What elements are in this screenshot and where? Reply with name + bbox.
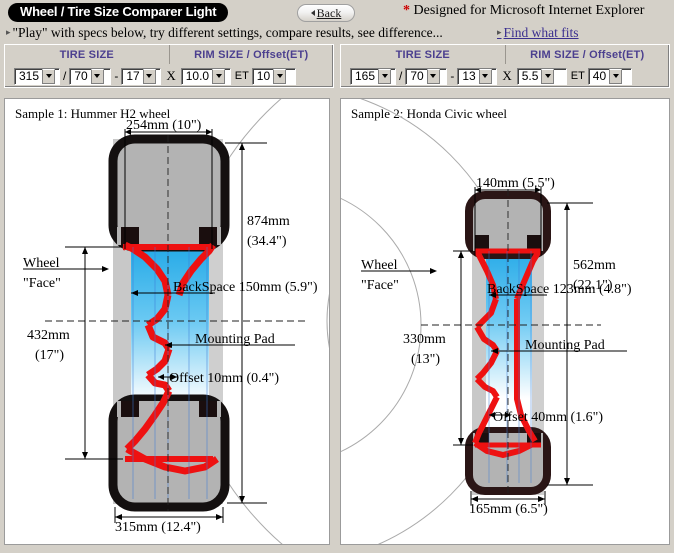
wheel-face-label1-right: Wheel: [361, 258, 398, 273]
mounting-pad-label-left: Mounting Pad: [195, 332, 275, 347]
tagline: ▸ "Play" with specs below, try different …: [6, 25, 443, 41]
dim-rim-width-label-left: 254mm (10"): [126, 118, 202, 133]
app-header: Wheel / Tire Size Comparer Light Back * …: [0, 0, 674, 24]
triangle-right-icon-2: ▸: [497, 27, 502, 37]
browser-note-text: Designed for Microsoft Internet Explorer: [413, 3, 645, 18]
chevron-down-icon[interactable]: [212, 68, 226, 84]
app-root: Wheel / Tire Size Comparer Light Back * …: [0, 0, 674, 553]
rim-diameter-select-left[interactable]: 17: [121, 67, 162, 85]
spec-controls-left: 315 / 70 - 17 X 10.0 ET 10: [5, 64, 333, 88]
offset-value-right: 40: [592, 68, 607, 83]
x-separator-left: X: [166, 68, 176, 83]
page-title: Wheel / Tire Size Comparer Light: [8, 3, 229, 22]
rim-diameter-select-right[interactable]: 13: [457, 67, 498, 85]
backspace-label-right: BackSpace 123mm (4.8"): [487, 282, 632, 297]
wheel-cross-section-right: 140mm (5.5") 562mm (22.1") 330mm (13") W…: [341, 99, 632, 544]
x-separator-right: X: [502, 68, 512, 83]
spec-controls-right: 165 / 70 - 13 X 5.5 ET 40: [341, 64, 669, 88]
dash-separator-left: -: [114, 69, 119, 83]
rim-width-value-right: 5.5: [521, 68, 539, 83]
col-rim-size-left: RIM SIZE / Offset(ET): [168, 45, 334, 64]
col-tire-size-right: TIRE SIZE: [395, 48, 450, 61]
find-what-fits-link[interactable]: ▸ Find what fits: [497, 25, 579, 41]
wheel-face-label2-right: "Face": [361, 278, 399, 293]
dim-overall-diameter-label1-right: 562mm: [573, 258, 616, 273]
offset-label-left: Offset 10mm (0.4"): [169, 371, 279, 386]
col-rim-size-right: RIM SIZE / Offset(ET): [504, 45, 670, 64]
offset-value-left: 10: [256, 68, 271, 83]
chevron-down-icon[interactable]: [42, 68, 56, 84]
triangle-right-icon: ▸: [6, 27, 11, 37]
rim-width-value-left: 10.0: [185, 68, 210, 83]
tagline-text: "Play" with specs below, try different s…: [12, 25, 443, 40]
et-label-left: ET: [234, 70, 249, 82]
chevron-down-icon[interactable]: [142, 68, 156, 84]
et-label-right: ET: [570, 70, 585, 82]
tire-width-value-right: 165: [355, 68, 376, 83]
chevron-down-icon[interactable]: [541, 68, 555, 84]
dim-rim-width-label-right: 140mm (5.5"): [476, 176, 555, 191]
chevron-down-icon[interactable]: [378, 68, 392, 84]
rim-diameter-value-right: 13: [462, 68, 476, 83]
wheel-face-label1-left: Wheel: [23, 256, 60, 271]
chevron-down-icon[interactable]: [90, 68, 104, 84]
browser-note: * Designed for Microsoft Internet Explor…: [403, 3, 644, 19]
chevron-down-icon[interactable]: [609, 68, 623, 84]
offset-select-right[interactable]: 40: [587, 67, 632, 85]
slash-separator-left: /: [63, 69, 67, 83]
triangle-left-icon: [310, 10, 315, 16]
dim-overall-diameter-left: [225, 142, 267, 504]
tire-width-select-left[interactable]: 315: [14, 67, 60, 85]
rim-width-select-right[interactable]: 5.5: [516, 67, 567, 85]
dim-overall-diameter-label1-left: 874mm: [247, 214, 290, 229]
aspect-ratio-select-right[interactable]: 70: [405, 67, 448, 85]
dim-rim-diameter-label2-left: (17"): [35, 348, 64, 363]
chevron-down-icon[interactable]: [478, 68, 492, 84]
chevron-down-icon[interactable]: [273, 68, 287, 84]
wheel-face-label2-left: "Face": [23, 276, 61, 291]
rim-width-select-left[interactable]: 10.0: [180, 67, 231, 85]
wheel-cross-section-left: 254mm (10") 874mm (34.4") 432mm (17") Wh…: [23, 99, 329, 544]
slash-separator-right: /: [399, 69, 403, 83]
rim-diameter-value-left: 17: [126, 68, 140, 83]
diagram-panel-right: Sample 2: Honda Civic wheel 140mm (5.5")…: [340, 98, 670, 545]
dim-rim-diameter-label1-left: 432mm: [27, 328, 70, 343]
dim-tire-width-label-left: 315mm (12.4"): [115, 520, 201, 535]
col-tire-size-left: TIRE SIZE: [59, 48, 114, 61]
app-subheader: ▸ "Play" with specs below, try different …: [0, 24, 674, 44]
offset-label-right: Offset 40mm (1.6"): [493, 410, 603, 425]
tire-section-top-left: [108, 134, 230, 252]
dim-tire-width-label-right: 165mm (6.5"): [469, 502, 548, 517]
diagram-panel-left: Sample 1: Hummer H2 wheel 254mm (10") 87…: [4, 98, 330, 545]
offset-select-left[interactable]: 10: [251, 67, 296, 85]
dim-rim-diameter-right: [453, 250, 473, 446]
dash-separator-right: -: [450, 69, 455, 83]
asterisk-icon: *: [403, 3, 410, 18]
backspace-label-left: BackSpace 150mm (5.9"): [173, 280, 318, 295]
aspect-ratio-value-left: 70: [74, 68, 88, 83]
chevron-down-icon[interactable]: [426, 68, 440, 84]
dim-overall-diameter-label2-left: (34.4"): [247, 234, 287, 249]
dim-rim-diameter-label2-right: (13"): [411, 352, 440, 367]
tire-width-value-left: 315: [19, 68, 40, 83]
spec-panel-right: TIRE SIZE RIM SIZE / Offset(ET) 165 / 70…: [340, 44, 670, 88]
back-button-label: Back: [316, 6, 342, 20]
mounting-pad-label-right: Mounting Pad: [525, 338, 605, 353]
aspect-ratio-value-right: 70: [410, 68, 424, 83]
aspect-ratio-select-left[interactable]: 70: [69, 67, 112, 85]
spec-panel-left: TIRE SIZE RIM SIZE / Offset(ET) 315 / 70…: [4, 44, 334, 88]
find-what-fits-label: Find what fits: [503, 25, 579, 40]
dim-rim-diameter-label1-right: 330mm: [403, 332, 446, 347]
spec-header-right: TIRE SIZE RIM SIZE / Offset(ET): [341, 45, 669, 64]
tire-width-select-right[interactable]: 165: [350, 67, 396, 85]
back-button[interactable]: Back: [297, 4, 355, 22]
spec-header-left: TIRE SIZE RIM SIZE / Offset(ET): [5, 45, 333, 64]
